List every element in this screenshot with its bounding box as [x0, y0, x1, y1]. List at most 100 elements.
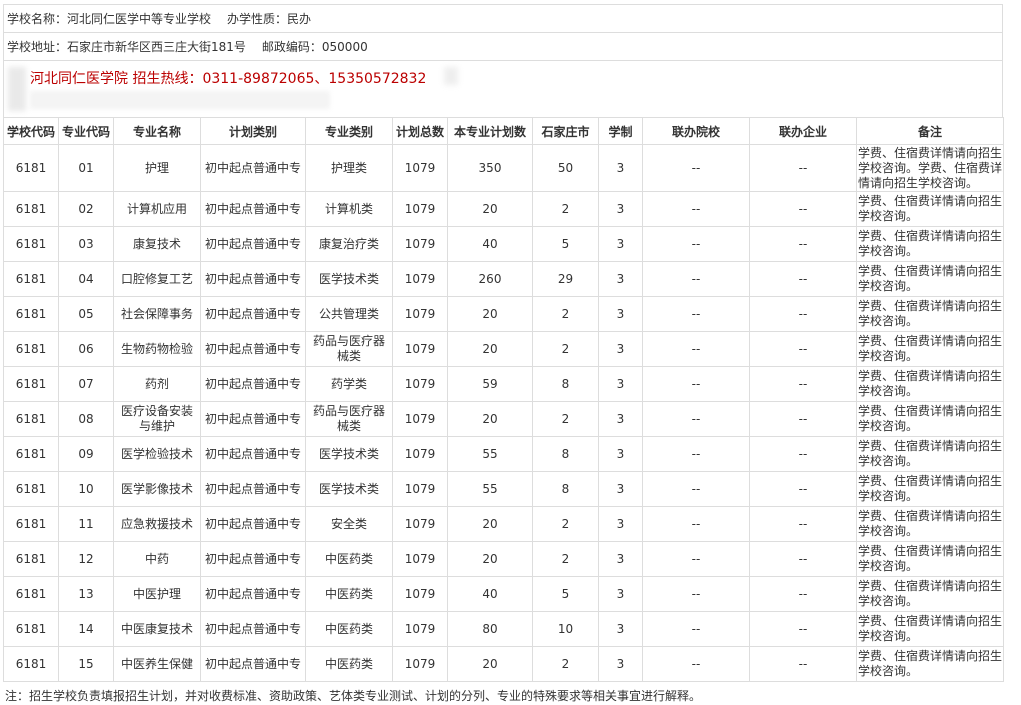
- plan-total-cell: 1079: [392, 506, 448, 542]
- hotline-text: 河北同仁医学院 招生热线：0311-89872065、15350572832: [30, 71, 427, 87]
- major-plan-cell: 20: [447, 401, 533, 437]
- shijiazhuang-cell: 8: [532, 471, 599, 507]
- shijiazhuang-cell: 5: [532, 226, 599, 262]
- major-name-cell: 医学检验技术: [113, 436, 201, 472]
- school-code-cell: 6181: [3, 261, 59, 297]
- major-plan-cell: 59: [447, 366, 533, 402]
- major-category-cell: 医学技术类: [305, 436, 393, 472]
- plan-total-cell: 1079: [392, 541, 448, 577]
- partner-company-cell: --: [749, 331, 857, 367]
- major-plan-cell: 260: [447, 261, 533, 297]
- partner-company-cell: --: [749, 144, 857, 192]
- school-code-cell: 6181: [3, 471, 59, 507]
- remark-cell: 学费、住宿费详情请向招生学校咨询。: [856, 646, 1004, 682]
- major-name-cell: 康复技术: [113, 226, 201, 262]
- partner-company-cell: --: [749, 646, 857, 682]
- major-name-cell: 中药: [113, 541, 201, 577]
- major-code-cell: 02: [58, 191, 114, 227]
- plan-type-cell: 初中起点普通中专: [200, 541, 306, 577]
- remark-cell: 学费、住宿费详情请向招生学校咨询。: [856, 331, 1004, 367]
- remark-cell: 学费、住宿费详情请向招生学校咨询。: [856, 611, 1004, 647]
- footer-note: 注：招生学校负责填报招生计划，并对收费标准、资助政策、艺体类专业测试、计划的分列…: [5, 689, 702, 703]
- partner-company-cell: --: [749, 541, 857, 577]
- school-address: 学校地址：石家庄市新华区西三庄大街181号: [7, 40, 246, 54]
- table-body: 6181 01 护理 初中起点普通中专 护理类 1079 350 50 3 -- -- 学费、住宿费详…: [3, 144, 1004, 682]
- shijiazhuang-cell: 8: [532, 366, 599, 402]
- partner-company-cell: --: [749, 261, 857, 297]
- blurred-watermark: [8, 67, 26, 111]
- table-row: 6181 01 护理 初中起点普通中专 护理类 1079 350 50 3 -- -- 学费、住宿费详…: [3, 144, 1004, 192]
- plan-total-cell: 1079: [392, 191, 448, 227]
- partner-school-cell: --: [642, 226, 750, 262]
- school-code-cell: 6181: [3, 541, 59, 577]
- partner-company-cell: --: [749, 366, 857, 402]
- shijiazhuang-cell: 50: [532, 144, 599, 192]
- major-category-cell: 中医药类: [305, 646, 393, 682]
- enrollment-plan-document: 学校名称：河北同仁医学中等专业学校 办学性质：民办 学校地址：石家庄市新华区西三庄…: [3, 4, 1004, 682]
- major-name-cell: 社会保障事务: [113, 296, 201, 332]
- shijiazhuang-cell: 2: [532, 541, 599, 577]
- plan-type-cell: 初中起点普通中专: [200, 401, 306, 437]
- duration-cell: 3: [598, 611, 643, 647]
- shijiazhuang-cell: 29: [532, 261, 599, 297]
- address-info-row: 学校地址：石家庄市新华区西三庄大街181号 邮政编码：050000: [3, 32, 1003, 60]
- remark-cell: 学费、住宿费详情请向招生学校咨询。: [856, 436, 1004, 472]
- partner-company-cell: --: [749, 191, 857, 227]
- plan-type-cell: 初中起点普通中专: [200, 611, 306, 647]
- remark-cell: 学费、住宿费详情请向招生学校咨询。: [856, 191, 1004, 227]
- table-header-row: 学校代码 专业代码 专业名称 计划类别 专业类别 计划总数 本专业计划数 石家庄市 学制 联办院校…: [3, 117, 1004, 145]
- column-header: 计划总数: [392, 117, 448, 145]
- partner-school-cell: --: [642, 541, 750, 577]
- major-name-cell: 中医康复技术: [113, 611, 201, 647]
- school-code-cell: 6181: [3, 366, 59, 402]
- table-row: 6181 03 康复技术 初中起点普通中专 康复治疗类 1079 40 5 3 -- -- 学费、住宿…: [3, 226, 1004, 262]
- partner-school-cell: --: [642, 296, 750, 332]
- shijiazhuang-cell: 2: [532, 331, 599, 367]
- duration-cell: 3: [598, 226, 643, 262]
- plan-type-cell: 初中起点普通中专: [200, 576, 306, 612]
- major-plan-cell: 80: [447, 611, 533, 647]
- partner-school-cell: --: [642, 261, 750, 297]
- table-row: 6181 08 医疗设备安装与维护 初中起点普通中专 药品与医疗器械类 1079 20 2 3-…: [3, 401, 1004, 437]
- major-category-cell: 公共管理类: [305, 296, 393, 332]
- shijiazhuang-cell: 2: [532, 401, 599, 437]
- partner-company-cell: --: [749, 401, 857, 437]
- table-row: 6181 13 中医护理 初中起点普通中专 中医药类 1079 40 5 3 -- -- 学费、住宿费…: [3, 576, 1004, 612]
- school-code-cell: 6181: [3, 331, 59, 367]
- school-name: 学校名称：河北同仁医学中等专业学校: [7, 12, 212, 26]
- plan-type-cell: 初中起点普通中专: [200, 144, 306, 192]
- major-plan-cell: 20: [447, 541, 533, 577]
- column-header: 学制: [598, 117, 643, 145]
- major-plan-cell: 20: [447, 331, 533, 367]
- school-code-cell: 6181: [3, 646, 59, 682]
- plan-total-cell: 1079: [392, 401, 448, 437]
- duration-cell: 3: [598, 646, 643, 682]
- table-row: 6181 15 中医养生保健 初中起点普通中专 中医药类 1079 20 2 3 -- -- 学费、住…: [3, 646, 1004, 682]
- major-name-cell: 医学影像技术: [113, 471, 201, 507]
- partner-company-cell: --: [749, 611, 857, 647]
- plan-total-cell: 1079: [392, 471, 448, 507]
- duration-cell: 3: [598, 541, 643, 577]
- major-category-cell: 药品与医疗器械类: [305, 331, 393, 367]
- school-type: 办学性质：民办: [227, 12, 312, 26]
- major-plan-cell: 20: [447, 191, 533, 227]
- school-code-cell: 6181: [3, 401, 59, 437]
- plan-type-cell: 初中起点普通中专: [200, 261, 306, 297]
- major-code-cell: 11: [58, 506, 114, 542]
- plan-total-cell: 1079: [392, 261, 448, 297]
- major-code-cell: 01: [58, 144, 114, 192]
- major-plan-cell: 55: [447, 471, 533, 507]
- partner-school-cell: --: [642, 191, 750, 227]
- column-header: 学校代码: [3, 117, 59, 145]
- partner-school-cell: --: [642, 401, 750, 437]
- remark-cell: 学费、住宿费详情请向招生学校咨询。: [856, 366, 1004, 402]
- plan-total-cell: 1079: [392, 436, 448, 472]
- major-code-cell: 03: [58, 226, 114, 262]
- remark-cell: 学费、住宿费详情请向招生学校咨询。: [856, 576, 1004, 612]
- major-code-cell: 08: [58, 401, 114, 437]
- major-plan-cell: 20: [447, 296, 533, 332]
- major-name-cell: 护理: [113, 144, 201, 192]
- school-code-cell: 6181: [3, 296, 59, 332]
- plan-total-cell: 1079: [392, 226, 448, 262]
- column-header: 联办院校: [642, 117, 750, 145]
